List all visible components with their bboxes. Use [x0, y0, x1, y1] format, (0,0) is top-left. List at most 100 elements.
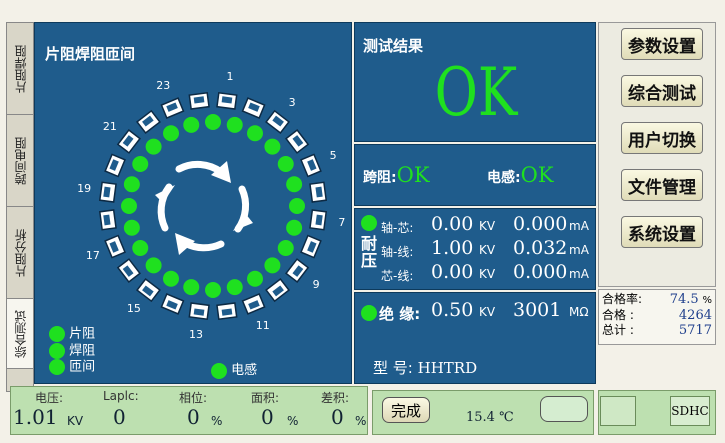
span-panel: 跨阻:OK 电感:OK: [354, 144, 596, 206]
segment-status-dot: [145, 138, 162, 155]
voltage-value: 1.01: [13, 405, 58, 429]
status-dot-icon: [49, 342, 65, 359]
file-management-button[interactable]: 文件管理: [621, 169, 703, 201]
sd-card-indicator: SDHC: [670, 396, 710, 426]
slot-number-label: 17: [85, 248, 100, 262]
segment-status-dot: [247, 125, 263, 142]
phase-unit: %: [211, 414, 223, 428]
segment-status-dot: [123, 176, 140, 193]
hipot-voltage-unit: KV: [479, 243, 496, 257]
total-count-row: 总计 : 5717: [602, 323, 712, 338]
tab-label: 跨间电阻: [13, 136, 28, 185]
model-value: HHTRD: [417, 359, 478, 377]
segment-status-dot: [132, 240, 149, 256]
hipot-current-unit: mA: [569, 219, 589, 233]
model-row: 型 号: HHTRD: [373, 357, 477, 378]
inductance-label: 电感: [231, 363, 258, 378]
slot-number-label: 21: [102, 119, 117, 133]
segment-status-dot: [277, 156, 294, 172]
hipot-current: 0.032: [513, 237, 568, 259]
comprehensive-test-button[interactable]: 综合测试: [621, 75, 703, 107]
system-settings-button[interactable]: 系统设置: [621, 216, 703, 248]
pass-count-row: 合格 : 4264: [602, 308, 712, 323]
area-label: 面积:: [251, 391, 280, 405]
user-switch-button[interactable]: 用户切换: [621, 122, 703, 154]
hipot-current-unit: mA: [569, 267, 589, 281]
tab-pad-weld[interactable]: 片阻焊阻: [7, 23, 33, 115]
pass-rate-label: 合格率:: [602, 292, 643, 306]
hipot-panel: 耐压 轴-芯: 0.00 KV 0.000 mA 轴-线: 1.00 KV 0.032 mA 芯-线…: [354, 208, 596, 290]
hipot-voltage-unit: KV: [479, 219, 496, 233]
tab-label: 综合测试: [13, 309, 28, 358]
slot-number-label: 13: [189, 327, 204, 341]
voltage-label: 电压:: [35, 391, 64, 405]
segment-status-dot: [132, 156, 149, 172]
status-dot-icon: [361, 305, 377, 321]
laplc-label: Laplc:: [103, 389, 139, 403]
slot-number-label: 23: [156, 78, 171, 92]
legend-item: 片阻: [49, 326, 95, 343]
status-dot-icon: [49, 326, 65, 342]
hipot-voltage: 0.00: [431, 213, 474, 235]
legend-label: 片阻: [69, 326, 96, 342]
result-panel: 测试结果 OK: [354, 22, 596, 142]
laplc-value: 0: [113, 405, 126, 429]
hipot-row-name: 芯-线:: [381, 269, 414, 283]
tab-comprehensive-test[interactable]: 综合测试: [7, 299, 33, 369]
pass-rate-unit: %: [702, 295, 712, 306]
measurement-bar: 电压: Laplc: 相位: 面积: 差积: 1.01 KV 0 0 % 0 %…: [10, 386, 368, 435]
slot-number-label: 19: [77, 182, 92, 196]
status-dot-icon: [361, 215, 377, 231]
parameter-settings-button[interactable]: 参数设置: [621, 28, 703, 60]
segment-status-dot: [205, 114, 221, 130]
hipot-current: 0.000: [513, 213, 568, 235]
segment-status-dot: [289, 198, 305, 214]
status-dot-icon: [49, 359, 65, 375]
segment-status-dot: [123, 219, 140, 236]
phase-value: 0: [187, 405, 200, 429]
area-unit: %: [287, 414, 299, 428]
inductance-value: OK: [520, 163, 554, 187]
pass-count-value: 4264: [678, 308, 712, 323]
segment-status-dot: [205, 282, 221, 298]
ring-panel: 片阻焊阻匝间 1 3 5 7 9 11 13 15 17 19 21 23 片阻 焊阻 匝间 电感: [34, 22, 352, 384]
pass-rate-row: 合格率: 74.5 %: [602, 292, 712, 308]
slot-number-label: 15: [126, 302, 141, 316]
insulation-resistance: 3001: [513, 299, 562, 321]
slot-number-label: 11: [255, 319, 270, 333]
insulation-resistance-unit: MΩ: [569, 305, 589, 319]
inductance-legend: 电感: [211, 359, 257, 379]
temperature-readout: 15.4 ℃: [466, 410, 514, 425]
hipot-voltage-unit: KV: [479, 267, 496, 281]
segment-status-dot: [226, 279, 243, 296]
segment-status-dot: [163, 125, 179, 142]
indicator-box: [600, 396, 636, 426]
slot-number-label: 3: [288, 95, 296, 109]
segment-status-dot: [247, 270, 263, 287]
hipot-voltage: 1.00: [431, 237, 474, 259]
blank-button[interactable]: [540, 396, 588, 422]
hipot-current-unit: mA: [569, 243, 589, 257]
tab-label: 片阻焊阻: [13, 44, 28, 93]
total-count-value: 5717: [678, 323, 712, 338]
diff-value: 0: [331, 405, 344, 429]
model-label: 型 号:: [373, 359, 413, 377]
segment-status-dot: [183, 116, 200, 133]
rotate-arrows-icon: [157, 160, 250, 252]
segment-status-dot: [163, 270, 179, 287]
tab-resistance-analysis[interactable]: 片阻分析: [7, 207, 33, 299]
segment-status-dot: [277, 240, 294, 256]
segment-status-dot: [145, 257, 162, 274]
vertical-tab-bar: 片阻焊阻 跨间电阻 片阻分析 综合测试: [6, 22, 34, 392]
hipot-row-name: 轴-芯:: [381, 221, 414, 235]
status-dot-icon: [211, 362, 227, 379]
tab-span-resistance[interactable]: 跨间电阻: [7, 115, 33, 207]
segment-status-dot: [264, 257, 281, 274]
legend-label: 匝间: [69, 359, 96, 375]
legend: 片阻 焊阻 匝间: [49, 326, 95, 376]
legend-item: 焊阻: [49, 342, 95, 360]
hipot-voltage: 0.00: [431, 261, 474, 283]
done-button[interactable]: 完成: [382, 397, 430, 423]
insulation-voltage-unit: KV: [479, 305, 496, 319]
slot-number-label: 1: [226, 70, 234, 84]
